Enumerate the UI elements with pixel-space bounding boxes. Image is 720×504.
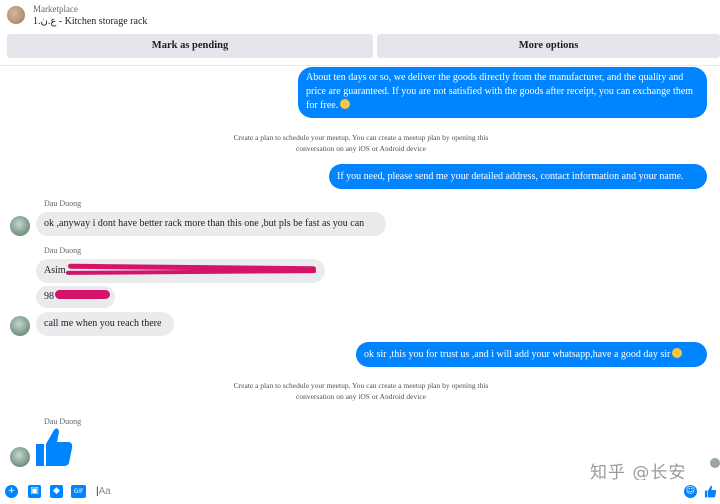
marketplace-label: Marketplace	[33, 4, 78, 14]
outgoing-message-bubble[interactable]: ok sir ,this you for trust us ,and i wil…	[356, 342, 707, 367]
emoji-icon[interactable]: ☺	[684, 485, 697, 498]
message-input[interactable]: |Aa	[96, 484, 706, 500]
conversation-header: Marketplace 1.ع.ن - Kitchen storage rack	[0, 0, 720, 34]
outgoing-message-bubble[interactable]: About ten days or so, we deliver the goo…	[298, 67, 707, 118]
gif-icon[interactable]: GIF	[71, 485, 86, 498]
more-options-button[interactable]: More options	[377, 34, 720, 58]
add-more-icon[interactable]: +	[5, 485, 18, 498]
meetup-plan-notice: Create a plan to schedule your meetup. Y…	[233, 133, 489, 153]
message-text-prefix: 98	[44, 291, 54, 302]
sender-avatar[interactable]	[10, 316, 30, 336]
sender-name: Dau Duong	[44, 417, 82, 426]
message-text: ok ,anyway i dont have better rack more …	[44, 218, 365, 229]
outgoing-message-bubble[interactable]: If you need, please send me your detaile…	[329, 164, 707, 189]
message-input-placeholder: Aa	[98, 486, 111, 497]
sender-name: Dau Duong	[44, 199, 82, 208]
incoming-message-bubble[interactable]: ok ,anyway i dont have better rack more …	[36, 212, 386, 236]
sender-name: Dau Duong	[44, 246, 82, 255]
message-text: About ten days or so, we deliver the goo…	[306, 72, 694, 111]
mark-as-pending-button[interactable]: Mark as pending	[7, 34, 373, 58]
listing-thumbnail[interactable]	[7, 6, 25, 24]
incoming-message-bubble[interactable]: call me when you reach there	[36, 312, 174, 336]
message-text-prefix: Asim	[44, 265, 66, 276]
redaction-mark	[55, 290, 110, 299]
image-icon[interactable]: ▣	[28, 485, 41, 498]
message-text: If you need, please send me your detaile…	[337, 171, 684, 182]
smile-emoji-icon	[340, 99, 351, 109]
header-divider	[0, 65, 720, 66]
meetup-plan-notice: Create a plan to schedule your meetup. Y…	[233, 381, 489, 401]
smile-emoji-icon	[672, 348, 683, 358]
like-icon[interactable]	[704, 485, 717, 498]
sender-avatar[interactable]	[10, 447, 30, 467]
sticker-icon[interactable]: ◆	[50, 485, 63, 498]
message-text: ok sir ,this you for trust us ,and i wil…	[364, 349, 671, 360]
message-text: call me when you reach there	[44, 318, 162, 329]
thumbs-up-icon[interactable]	[34, 426, 74, 468]
sender-avatar[interactable]	[10, 216, 30, 236]
listing-title[interactable]: 1.ع.ن - Kitchen storage rack	[33, 16, 147, 27]
seen-avatar	[710, 458, 720, 468]
